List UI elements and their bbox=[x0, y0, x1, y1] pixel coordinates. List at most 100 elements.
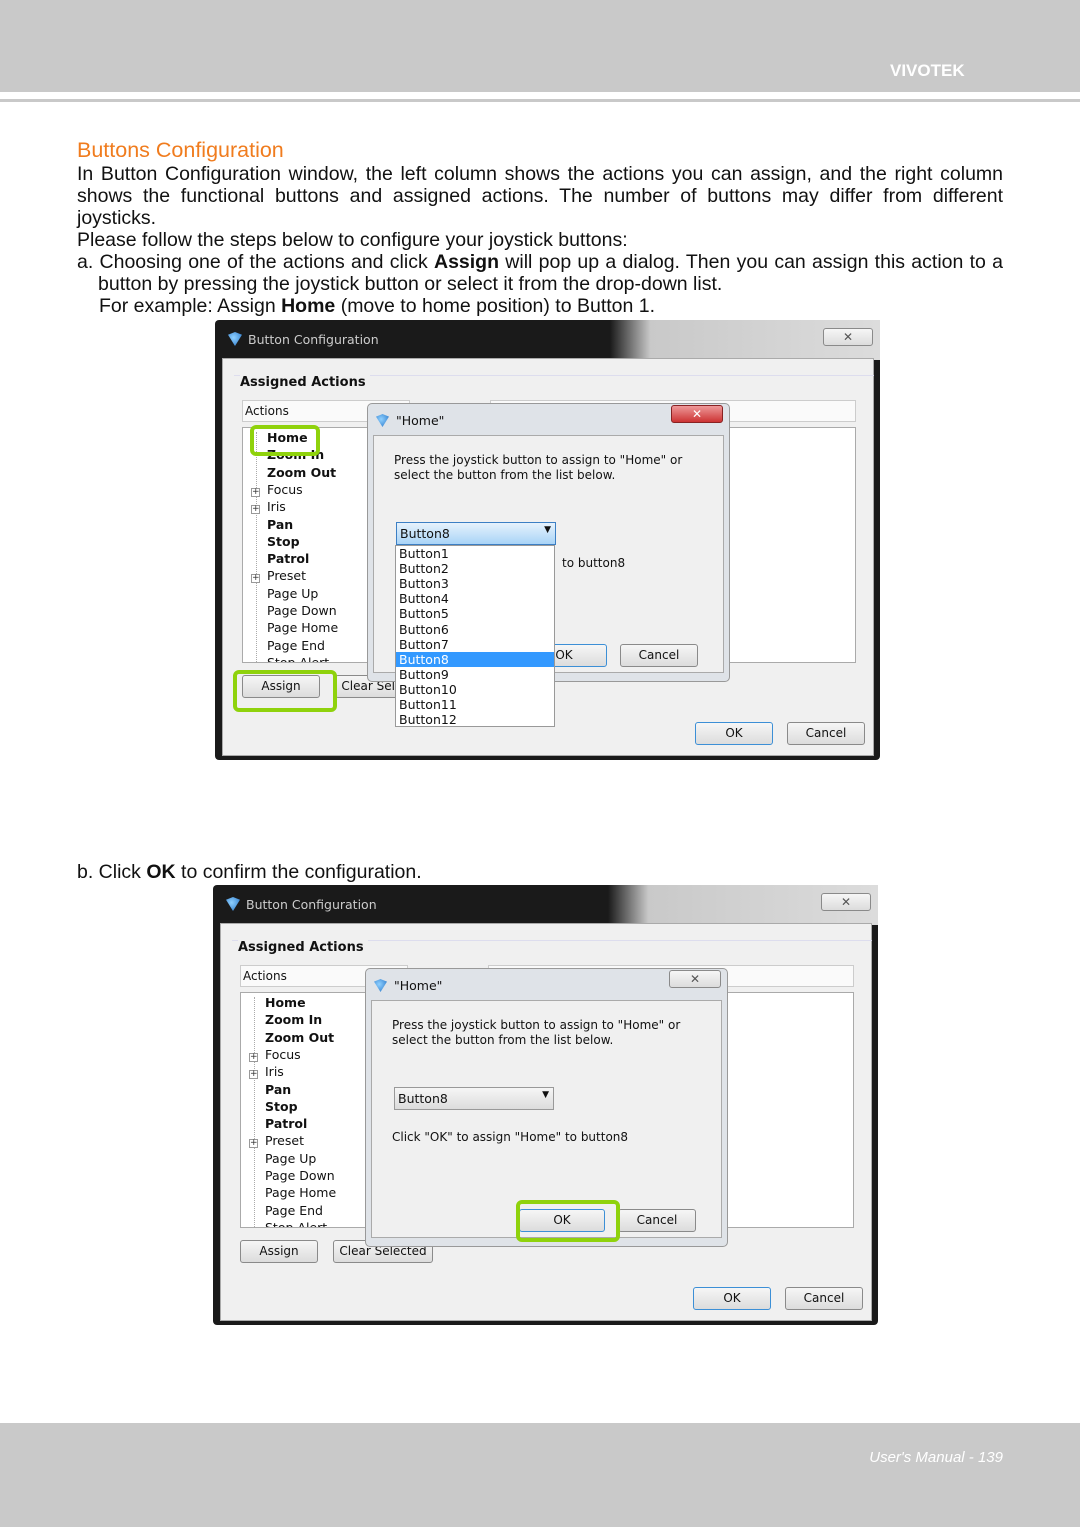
tree-item-zoom-in[interactable]: Zoom In bbox=[265, 1012, 322, 1027]
tree-item-preset[interactable]: Preset bbox=[265, 1133, 304, 1148]
tree-item-home[interactable]: Home bbox=[265, 995, 306, 1010]
dropdown-option-button8[interactable]: Button8 bbox=[396, 651, 554, 667]
dialog-instruction-2: select the button from the list below. bbox=[392, 1033, 614, 1047]
tree-line bbox=[254, 997, 255, 1227]
tree-item-page-up[interactable]: Page Up bbox=[267, 586, 318, 601]
tree-item-patrol[interactable]: Patrol bbox=[265, 1116, 307, 1131]
tree-item-iris[interactable]: Iris bbox=[265, 1064, 284, 1079]
dialog-icon bbox=[376, 414, 389, 427]
window-title: Button Configuration bbox=[246, 897, 377, 912]
dialog-confirm-text: Click "OK" to assign "Home" to button8 bbox=[392, 1130, 629, 1144]
dialog-close-button[interactable]: ✕ bbox=[669, 970, 721, 988]
chevron-down-icon: ▼ bbox=[542, 1090, 549, 1100]
dropdown-option-button4[interactable]: Button4 bbox=[396, 591, 554, 606]
step-a-bold: Assign bbox=[433, 251, 499, 273]
tree-item-page-home[interactable]: Page Home bbox=[267, 620, 338, 635]
tree-item-pan[interactable]: Pan bbox=[267, 517, 293, 532]
ok-button[interactable]: OK bbox=[695, 722, 773, 745]
tree-item-zoom-out[interactable]: Zoom Out bbox=[265, 1030, 334, 1045]
button-select[interactable]: Button8 ▼ bbox=[396, 522, 556, 545]
dropdown-option-button5[interactable]: Button5 bbox=[396, 606, 554, 621]
dialog-instruction-1: Press the joystick button to assign to "… bbox=[392, 1018, 681, 1032]
dialog-instruction-1: Press the joystick button to assign to "… bbox=[394, 453, 683, 467]
button-select-value: Button8 bbox=[400, 526, 450, 541]
tree-item-iris[interactable]: Iris bbox=[267, 499, 286, 514]
step-b: b. Click OK to confirm the configuration… bbox=[77, 861, 1003, 884]
tree-item-stop[interactable]: Stop bbox=[265, 1099, 298, 1114]
example-text: For example: Assign bbox=[99, 295, 282, 317]
tree-item-pan[interactable]: Pan bbox=[265, 1082, 291, 1097]
tree-item-page-home[interactable]: Page Home bbox=[265, 1185, 336, 1200]
step-b-text: b. Click bbox=[77, 861, 147, 883]
dialog-instruction-2: select the button from the list below. bbox=[394, 468, 616, 482]
group-label: Assigned Actions bbox=[240, 375, 370, 390]
tree-line bbox=[256, 432, 257, 662]
highlight-dialog-ok bbox=[516, 1200, 620, 1242]
step-b-bold: OK bbox=[146, 861, 176, 883]
expand-icon[interactable]: + bbox=[249, 1139, 258, 1149]
tree-item-page-end[interactable]: Page End bbox=[265, 1203, 323, 1218]
tree-item-stop[interactable]: Stop bbox=[267, 534, 300, 549]
tree-item-page-down[interactable]: Page Down bbox=[265, 1168, 335, 1183]
dialog-close-button[interactable]: ✕ bbox=[671, 405, 723, 423]
window-close-button[interactable]: ✕ bbox=[821, 893, 871, 911]
screenshot-confirm-dialog: Button Configuration ✕ Assigned Actions Act… bbox=[208, 885, 878, 1330]
intro-paragraph: In Button Configuration window, the left… bbox=[77, 163, 1003, 229]
tree-item-stop-alert[interactable]: Stop Alert bbox=[265, 1220, 327, 1227]
tree-item-patrol[interactable]: Patrol bbox=[267, 551, 309, 566]
cancel-button[interactable]: Cancel bbox=[785, 1287, 863, 1310]
group-label: Assigned Actions bbox=[238, 940, 368, 955]
dropdown-option-button3[interactable]: Button3 bbox=[396, 576, 554, 591]
expand-icon[interactable]: + bbox=[251, 487, 260, 497]
screenshot-assign-dialog: Button Configuration ✕ Assigned Actions Act… bbox=[210, 320, 880, 760]
steps-intro: Please follow the steps below to configu… bbox=[77, 229, 628, 251]
tree-item-page-end[interactable]: Page End bbox=[267, 638, 325, 653]
tree-item-zoom-out[interactable]: Zoom Out bbox=[267, 465, 336, 480]
dialog-confirm-text-partial: to button8 bbox=[562, 556, 626, 570]
dialog-cancel-button[interactable]: Cancel bbox=[618, 1209, 696, 1232]
expand-icon[interactable]: + bbox=[251, 574, 260, 584]
window-title: Button Configuration bbox=[248, 332, 379, 347]
step-a-text: a. Choosing one of the actions and click bbox=[77, 251, 434, 273]
cancel-button[interactable]: Cancel bbox=[787, 722, 865, 745]
chevron-down-icon: ▼ bbox=[544, 525, 551, 535]
tree-item-page-down[interactable]: Page Down bbox=[267, 603, 337, 618]
section-title: Buttons Configuration bbox=[77, 138, 284, 162]
dropdown-option-button11[interactable]: Button11 bbox=[396, 697, 554, 712]
tree-item-page-up[interactable]: Page Up bbox=[265, 1151, 316, 1166]
dialog-title: "Home" bbox=[396, 413, 445, 428]
tree-item-stop-alert[interactable]: Stop Alert bbox=[267, 655, 329, 662]
dialog-title: "Home" bbox=[394, 978, 443, 993]
assign-button[interactable]: Assign bbox=[240, 1240, 318, 1263]
ok-button[interactable]: OK bbox=[693, 1287, 771, 1310]
dialog-icon bbox=[374, 979, 387, 992]
dropdown-option-button6[interactable]: Button6 bbox=[396, 622, 554, 637]
step-a: a. Choosing one of the actions and click… bbox=[77, 251, 1003, 296]
tree-item-focus[interactable]: Focus bbox=[265, 1047, 301, 1062]
dropdown-option-button2[interactable]: Button2 bbox=[396, 561, 554, 576]
dropdown-option-button1[interactable]: Button1 bbox=[396, 546, 554, 561]
tree-item-preset[interactable]: Preset bbox=[267, 568, 306, 583]
example-text-2: (move to home position) to Button 1. bbox=[335, 295, 656, 317]
expand-icon[interactable]: + bbox=[249, 1052, 258, 1062]
dialog-cancel-button[interactable]: Cancel bbox=[620, 644, 698, 667]
window-close-button[interactable]: ✕ bbox=[823, 328, 873, 346]
dropdown-option-button10[interactable]: Button10 bbox=[396, 682, 554, 697]
button-dropdown-list[interactable]: Button1 Button2 Button3 Button4 Button5 Butto… bbox=[395, 545, 555, 727]
tree-item-focus[interactable]: Focus bbox=[267, 482, 303, 497]
button-select[interactable]: Button8 ▼ bbox=[394, 1087, 554, 1110]
expand-icon[interactable]: + bbox=[249, 1070, 258, 1080]
page-footer bbox=[0, 1423, 1080, 1527]
dropdown-option-button9[interactable]: Button9 bbox=[396, 667, 554, 682]
step-a-example: For example: Assign Home (move to home p… bbox=[99, 295, 1025, 318]
step-b-text-2: to confirm the configuration. bbox=[175, 861, 422, 883]
expand-icon[interactable]: + bbox=[251, 505, 260, 515]
highlight-assign bbox=[233, 670, 337, 712]
dropdown-option-button12[interactable]: Button12 bbox=[396, 712, 554, 727]
page-number: User's Manual - 139 bbox=[869, 1449, 1003, 1466]
header-divider bbox=[0, 99, 1080, 102]
highlight-home bbox=[250, 425, 320, 456]
dropdown-option-button7[interactable]: Button7 bbox=[396, 637, 554, 652]
brand-logo: VIVOTEK bbox=[890, 61, 965, 80]
button-select-value: Button8 bbox=[398, 1091, 448, 1106]
